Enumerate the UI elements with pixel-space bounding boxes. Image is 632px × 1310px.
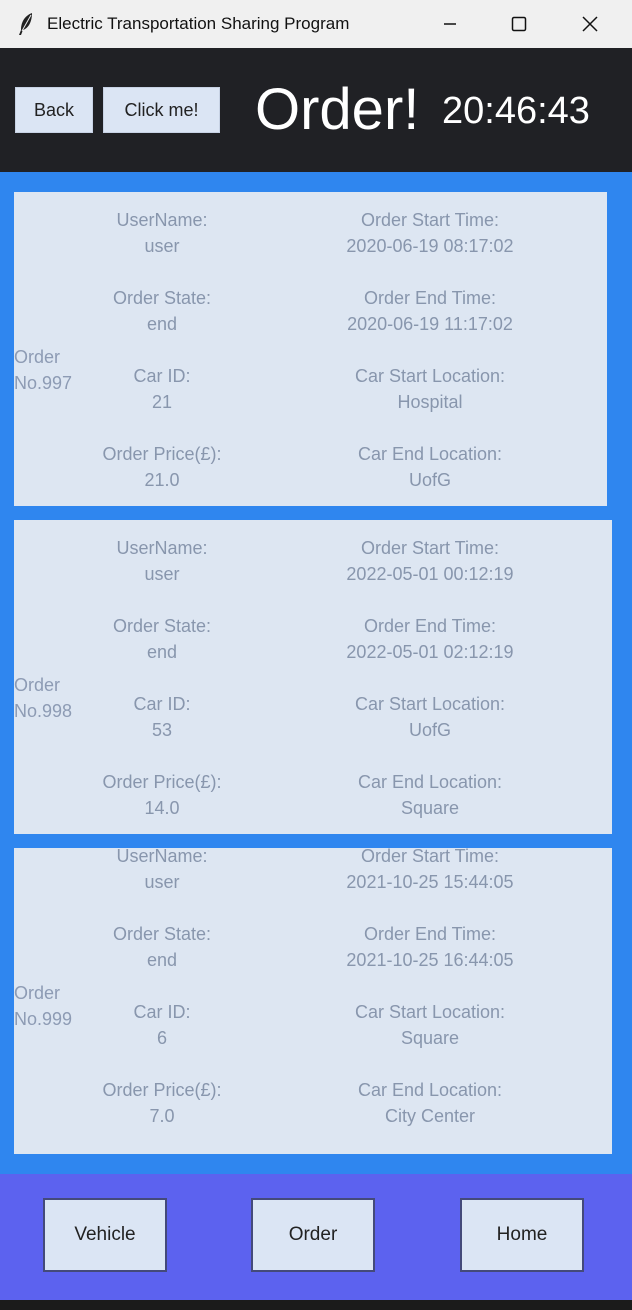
car-id-field: Car ID: 6: [133, 1002, 191, 1048]
car-id-field: Car ID: 21: [133, 366, 191, 412]
minimize-icon: [444, 23, 456, 25]
close-button[interactable]: [564, 6, 616, 42]
car-id-field: Car ID: 53: [133, 694, 191, 740]
end-location-field: Car End Location: UofG: [357, 444, 503, 490]
vehicle-button[interactable]: Vehicle: [43, 1198, 167, 1272]
username-field: UserName: user: [116, 846, 208, 892]
order-card: Order No.998 UserName: user Order State: en…: [14, 520, 612, 834]
end-location-field: Car End Location: Square: [357, 772, 503, 818]
page-title: Order!: [255, 77, 420, 142]
start-time-field: Order Start Time: 2021-10-25 15:44:05: [346, 846, 514, 892]
order-number: Order No.998: [14, 675, 73, 721]
order-state-field: Order State: end: [112, 924, 212, 970]
end-time-field: Order End Time: 2022-05-01 02:12:19: [346, 616, 514, 662]
click-me-button[interactable]: Click me!: [103, 87, 220, 133]
order-number: Order No.999: [14, 983, 73, 1029]
username-field: UserName: user: [116, 538, 208, 584]
order-number: Order No.997: [14, 347, 73, 393]
order-button[interactable]: Order: [251, 1198, 375, 1272]
start-location-field: Car Start Location: UofG: [354, 694, 506, 740]
username-field: UserName: user: [116, 210, 208, 256]
order-state-field: Order State: end: [112, 616, 212, 662]
window-titlebar: Electric Transportation Sharing Program: [0, 0, 632, 48]
maximize-icon: [511, 16, 527, 32]
start-location-field: Car Start Location: Hospital: [354, 366, 506, 412]
end-location-field: Car End Location: City Center: [357, 1080, 503, 1126]
home-button[interactable]: Home: [460, 1198, 584, 1272]
end-time-field: Order End Time: 2021-10-25 16:44:05: [346, 924, 514, 970]
app-feather-icon: [18, 12, 34, 36]
start-location-field: Car Start Location: Square: [354, 1002, 506, 1048]
order-price-field: Order Price(£): 7.0: [102, 1080, 222, 1126]
bottom-navigation: Vehicle Order Home: [0, 1174, 632, 1300]
minimize-button[interactable]: [424, 6, 476, 42]
start-time-field: Order Start Time: 2020-06-19 08:17:02: [346, 210, 514, 256]
window-title: Electric Transportation Sharing Program: [47, 14, 350, 33]
back-button[interactable]: Back: [15, 87, 93, 133]
order-card: Order No.999 UserName: user Order State: en…: [14, 846, 612, 1154]
maximize-button[interactable]: [493, 6, 545, 42]
order-state-field: Order State: end: [112, 288, 212, 334]
start-time-field: Order Start Time: 2022-05-01 00:12:19: [346, 538, 514, 584]
window-bottom-edge: [0, 1300, 632, 1310]
order-price-field: Order Price(£): 14.0: [102, 772, 222, 818]
close-icon: [582, 16, 598, 32]
order-card: Order No.997 UserName: user Order State: en…: [14, 192, 607, 506]
clock: 20:46:43: [442, 90, 590, 132]
end-time-field: Order End Time: 2020-06-19 11:17:02: [347, 288, 513, 334]
order-list[interactable]: Order No.997 UserName: user Order State: en…: [0, 172, 632, 1174]
order-price-field: Order Price(£): 21.0: [102, 444, 222, 490]
